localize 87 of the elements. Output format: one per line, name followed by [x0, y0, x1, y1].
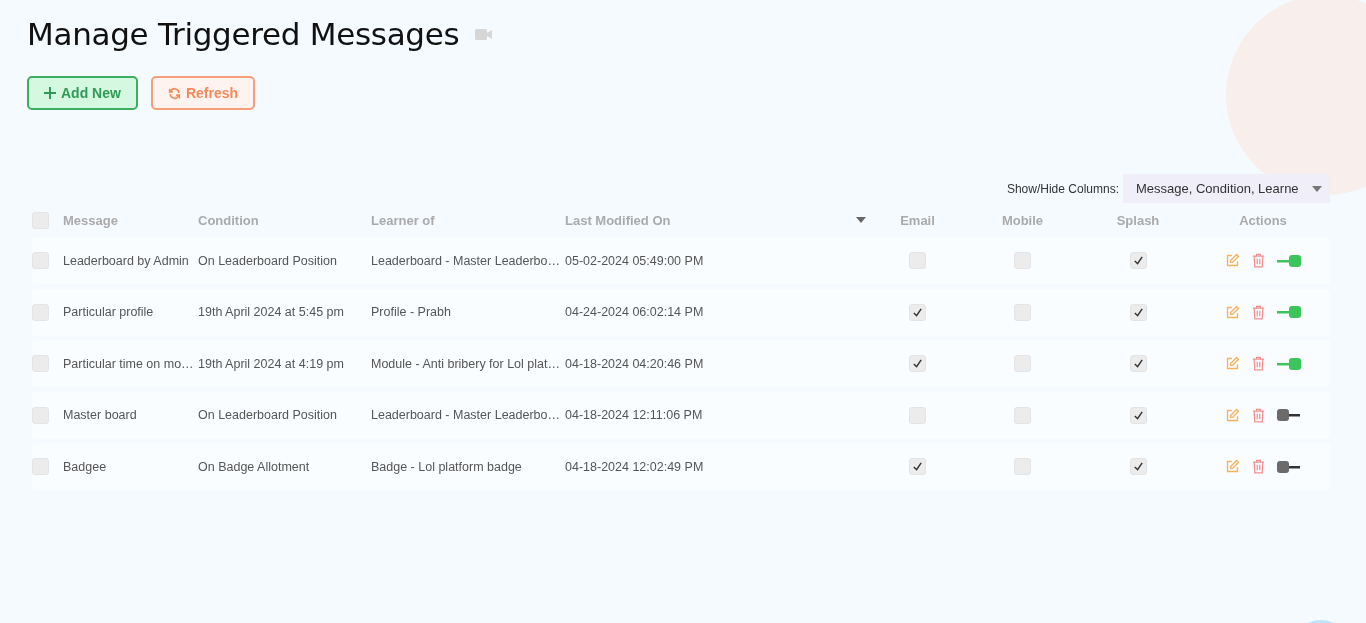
column-picker-label: Show/Hide Columns: — [1006, 181, 1119, 196]
table-row[interactable]: Particular profile 19th April 2024 at 5:45 pm Profile - Prabh 04-24-2024 06:02:14 PM — [32, 288, 1330, 336]
mobile-checkbox[interactable] — [1014, 458, 1031, 475]
table-cell-text: 19th April 2024 at 4:19 pm — [198, 356, 345, 371]
row-checkbox[interactable] — [32, 406, 49, 424]
checkmark-icon — [1132, 409, 1144, 421]
checkmark-icon — [912, 461, 923, 472]
sort-caret-icon[interactable] — [856, 217, 866, 223]
email-checkbox[interactable] — [909, 303, 926, 321]
trash-icon[interactable] — [1252, 356, 1265, 371]
table-cell-text: 05-02-2024 05:49:00 PM — [565, 253, 705, 268]
toggle-switch[interactable] — [1277, 306, 1301, 318]
checkmark-icon — [912, 306, 923, 318]
splash-checkbox[interactable] — [1129, 406, 1147, 424]
table-row[interactable]: Badgee On Badge Allotment Badge - Lol platform badge 04-18-2024 12:02:49 PM — [32, 443, 1330, 490]
table-cell-text: Master board — [63, 408, 138, 422]
toggle-switch[interactable] — [1277, 357, 1301, 370]
email-checkbox[interactable] — [909, 458, 926, 475]
table-cell-text: Badgee — [63, 459, 108, 474]
page-title: Manage Triggered Messages — [27, 16, 460, 52]
splash-checkbox[interactable] — [1129, 355, 1147, 372]
toggle-switch[interactable] — [1277, 409, 1301, 421]
splash-checkbox[interactable] — [1129, 252, 1147, 269]
checkmark-icon — [1132, 358, 1144, 369]
edit-icon[interactable] — [1225, 356, 1240, 371]
table-cell-text: Particular time on mo… — [63, 356, 195, 371]
plus-icon — [44, 87, 56, 99]
column-picker-dropdown[interactable]: Message, Condition, Learne — [1123, 174, 1330, 203]
mobile-checkbox[interactable] — [1014, 406, 1031, 424]
column-header[interactable]: Learner of — [371, 212, 565, 228]
toggle-switch[interactable] — [1277, 254, 1301, 267]
table-row[interactable]: Leaderboard by Admin On Leaderboard Position Leaderboard - Master Leaderbo… 05-02-2024 05:49:00 PM — [32, 237, 1330, 284]
email-checkbox[interactable] — [909, 406, 926, 424]
trash-icon[interactable] — [1252, 459, 1265, 474]
table-cell-text: 04-18-2024 04:20:46 PM — [565, 356, 705, 371]
table-cell-text: 19th April 2024 at 5:45 pm — [198, 305, 345, 319]
row-checkbox[interactable] — [32, 303, 49, 321]
column-header[interactable]: Condition — [198, 212, 371, 228]
table-cell-text: 04-18-2024 12:11:06 PM — [565, 408, 704, 422]
table-cell-text: Leaderboard - Master Leaderbo… — [371, 253, 561, 268]
edit-icon[interactable] — [1225, 253, 1240, 268]
edit-icon[interactable] — [1225, 407, 1240, 423]
refresh-icon — [167, 86, 181, 100]
checkmark-icon — [1132, 306, 1144, 318]
table-cell-text: Leaderboard - Master Leaderbo… — [371, 408, 561, 422]
column-header[interactable]: Mobile — [965, 212, 1080, 228]
refresh-button[interactable]: Refresh — [150, 76, 256, 110]
checkmark-icon — [912, 358, 923, 369]
row-checkbox[interactable] — [32, 458, 49, 475]
table-cell-text: 04-18-2024 12:02:49 PM — [565, 459, 705, 474]
column-header[interactable]: Email — [870, 212, 965, 228]
add-new-button[interactable]: Add New — [27, 76, 138, 110]
column-header[interactable]: Actions — [1196, 212, 1330, 228]
table-cell-text: Profile - Prabh — [371, 305, 452, 319]
trash-icon[interactable] — [1252, 407, 1265, 423]
email-checkbox[interactable] — [909, 355, 926, 372]
table-cell-text: On Leaderboard Position — [198, 408, 338, 422]
table-cell-text: Leaderboard by Admin — [63, 253, 190, 268]
table-cell-text: Module - Anti bribery for Lol plat… — [371, 356, 561, 371]
column-header[interactable]: Message — [63, 212, 198, 228]
splash-checkbox[interactable] — [1129, 303, 1147, 321]
table-cell-text: On Leaderboard Position — [198, 253, 338, 268]
video-camera-icon[interactable] — [475, 28, 493, 40]
column-header[interactable]: Last Modified On — [565, 212, 671, 228]
row-checkbox[interactable] — [32, 252, 49, 269]
column-header[interactable]: Splash — [1080, 212, 1196, 228]
table-cell-text: 04-24-2024 06:02:14 PM — [565, 305, 705, 319]
table-row[interactable]: Master board On Leaderboard Position Leaderboard - Master Leaderbo… 04-18-2024 12:11:06 PM — [32, 391, 1330, 439]
splash-checkbox[interactable] — [1129, 458, 1147, 475]
email-checkbox[interactable] — [909, 252, 926, 269]
table-cell-text: Particular profile — [63, 305, 155, 319]
trash-icon[interactable] — [1252, 253, 1265, 268]
table-row[interactable]: Particular time on mo… 19th April 2024 at 4:19 pm Module - Anti bribery for Lol plat… 04-18-2024 04:20:46 PM — [32, 340, 1330, 387]
mobile-checkbox[interactable] — [1014, 252, 1031, 269]
edit-icon[interactable] — [1225, 304, 1240, 320]
trash-icon[interactable] — [1252, 304, 1265, 320]
table-cell-text: On Badge Allotment — [198, 459, 311, 474]
caret-icon — [1312, 185, 1322, 192]
select-all-checkbox[interactable] — [32, 211, 49, 229]
mobile-checkbox[interactable] — [1014, 355, 1031, 372]
mobile-checkbox[interactable] — [1014, 303, 1031, 321]
row-checkbox[interactable] — [32, 355, 49, 372]
checkmark-icon — [1132, 255, 1144, 266]
toggle-switch[interactable] — [1277, 460, 1301, 473]
table-cell-text: Badge - Lol platform badge — [371, 459, 523, 474]
edit-icon[interactable] — [1225, 459, 1240, 474]
checkmark-icon — [1132, 461, 1144, 472]
